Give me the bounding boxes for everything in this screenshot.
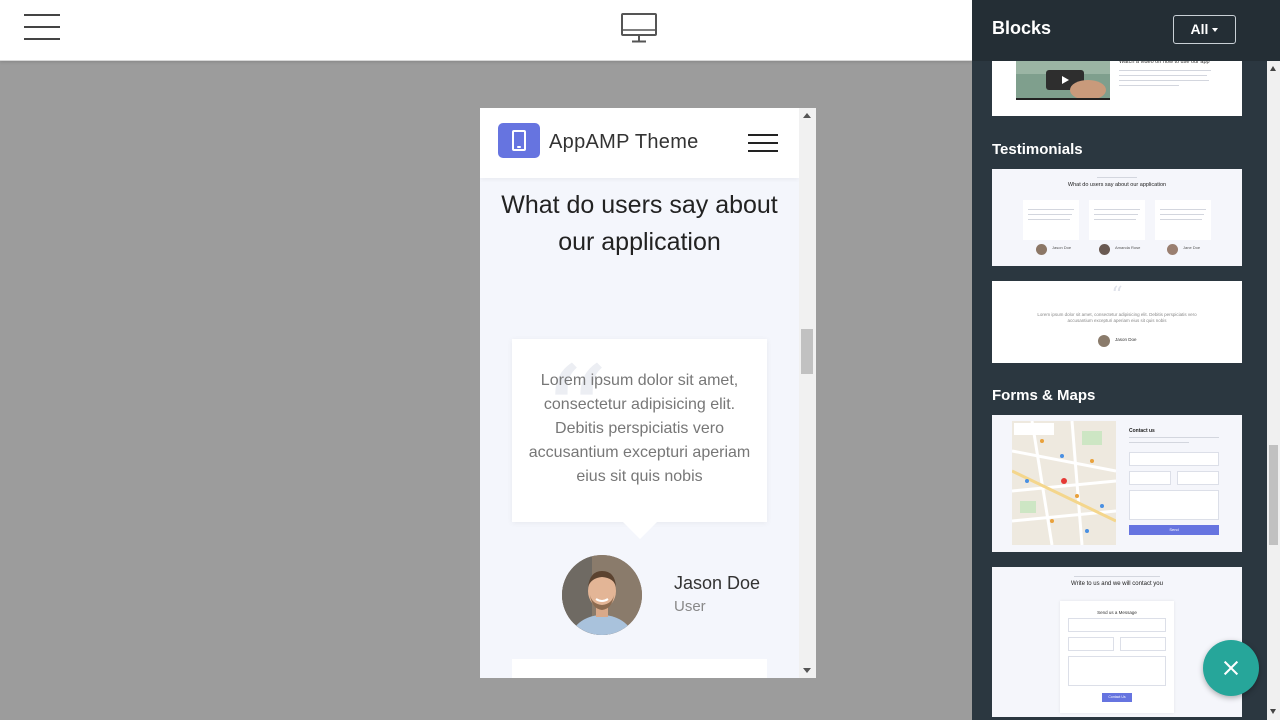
- scroll-up-icon[interactable]: [803, 113, 811, 118]
- caret-down-icon: [1212, 28, 1219, 32]
- site-navbar: AppAMP Theme: [480, 108, 799, 178]
- scrollbar-thumb[interactable]: [1269, 445, 1278, 545]
- quote-mark-icon: “: [1111, 283, 1123, 308]
- block-thumb-video[interactable]: Watch a video on how to use our app: [992, 56, 1242, 116]
- thumb-name-3: Jane Doe: [1183, 245, 1201, 250]
- thumb-form-button: Contact Us: [1102, 693, 1132, 702]
- tablet-icon[interactable]: [498, 123, 540, 158]
- top-toolbar: [0, 0, 972, 61]
- site-title[interactable]: AppAMP Theme: [549, 131, 699, 154]
- map-image: [1012, 421, 1116, 545]
- section-heading: What do users say about our application: [501, 191, 778, 256]
- scroll-up-icon[interactable]: [1270, 66, 1276, 71]
- avatar: [562, 555, 642, 635]
- preview-scrollbar[interactable]: [799, 108, 816, 678]
- thumb-testimonials-title: What do users say about our application: [1067, 182, 1167, 188]
- video-image: [1016, 56, 1110, 100]
- thumb-form-map-title: Contact us: [1129, 428, 1155, 434]
- thumb-form-card-title: Send us a Message: [1097, 610, 1137, 615]
- scroll-down-icon[interactable]: [803, 668, 811, 673]
- filter-dropdown-button[interactable]: All: [1173, 15, 1236, 44]
- thumb-testimonial-text: Lorem ipsum dolor sit amet, consectetur …: [1037, 312, 1197, 323]
- blocks-panel: Watch a video on how to use our app Bloc…: [972, 0, 1280, 720]
- thumb-testimonial-name: Jason Doe: [1115, 337, 1137, 342]
- thumb-name-1: Jason Doe: [1052, 245, 1072, 250]
- panel-header: Blocks All: [972, 0, 1280, 61]
- thumb-name-2: Amanda Rose: [1115, 245, 1141, 250]
- desktop-monitor-icon[interactable]: [621, 13, 657, 43]
- category-forms-maps: Forms & Maps: [992, 387, 1096, 404]
- thumb-form-map-button: Send: [1129, 525, 1219, 535]
- block-thumb-form-map[interactable]: Contact us Send: [992, 415, 1242, 552]
- scroll-down-icon[interactable]: [1270, 709, 1276, 714]
- panel-scrollbar[interactable]: [1267, 61, 1280, 720]
- close-icon[interactable]: [1203, 640, 1259, 696]
- testimonial-text: Lorem ipsum dolor sit amet, consectetur …: [528, 372, 751, 485]
- filter-label: All: [1190, 21, 1209, 37]
- thumb-form-title: Write to us and we will contact you: [1071, 581, 1163, 587]
- panel-title: Blocks: [992, 18, 1052, 38]
- scrollbar-thumb[interactable]: [801, 329, 813, 374]
- block-thumb-form[interactable]: Write to us and we will contact you Send…: [992, 567, 1242, 717]
- mobile-preview: AppAMP Theme What do users say about our…: [480, 108, 816, 678]
- hamburger-icon[interactable]: [748, 134, 778, 152]
- author-name: Jason Doe: [674, 573, 761, 593]
- testimonial-card: “ Lorem ipsum dolor sit amet, consectetu…: [512, 339, 767, 539]
- block-thumb-testimonials-2[interactable]: “ Lorem ipsum dolor sit amet, consectetu…: [992, 281, 1242, 363]
- hamburger-icon[interactable]: [24, 14, 60, 42]
- author-role: User: [674, 598, 706, 615]
- category-testimonials: Testimonials: [992, 141, 1083, 158]
- block-thumb-testimonials-1[interactable]: What do users say about our application …: [992, 169, 1242, 266]
- next-testimonial-card: [512, 659, 767, 678]
